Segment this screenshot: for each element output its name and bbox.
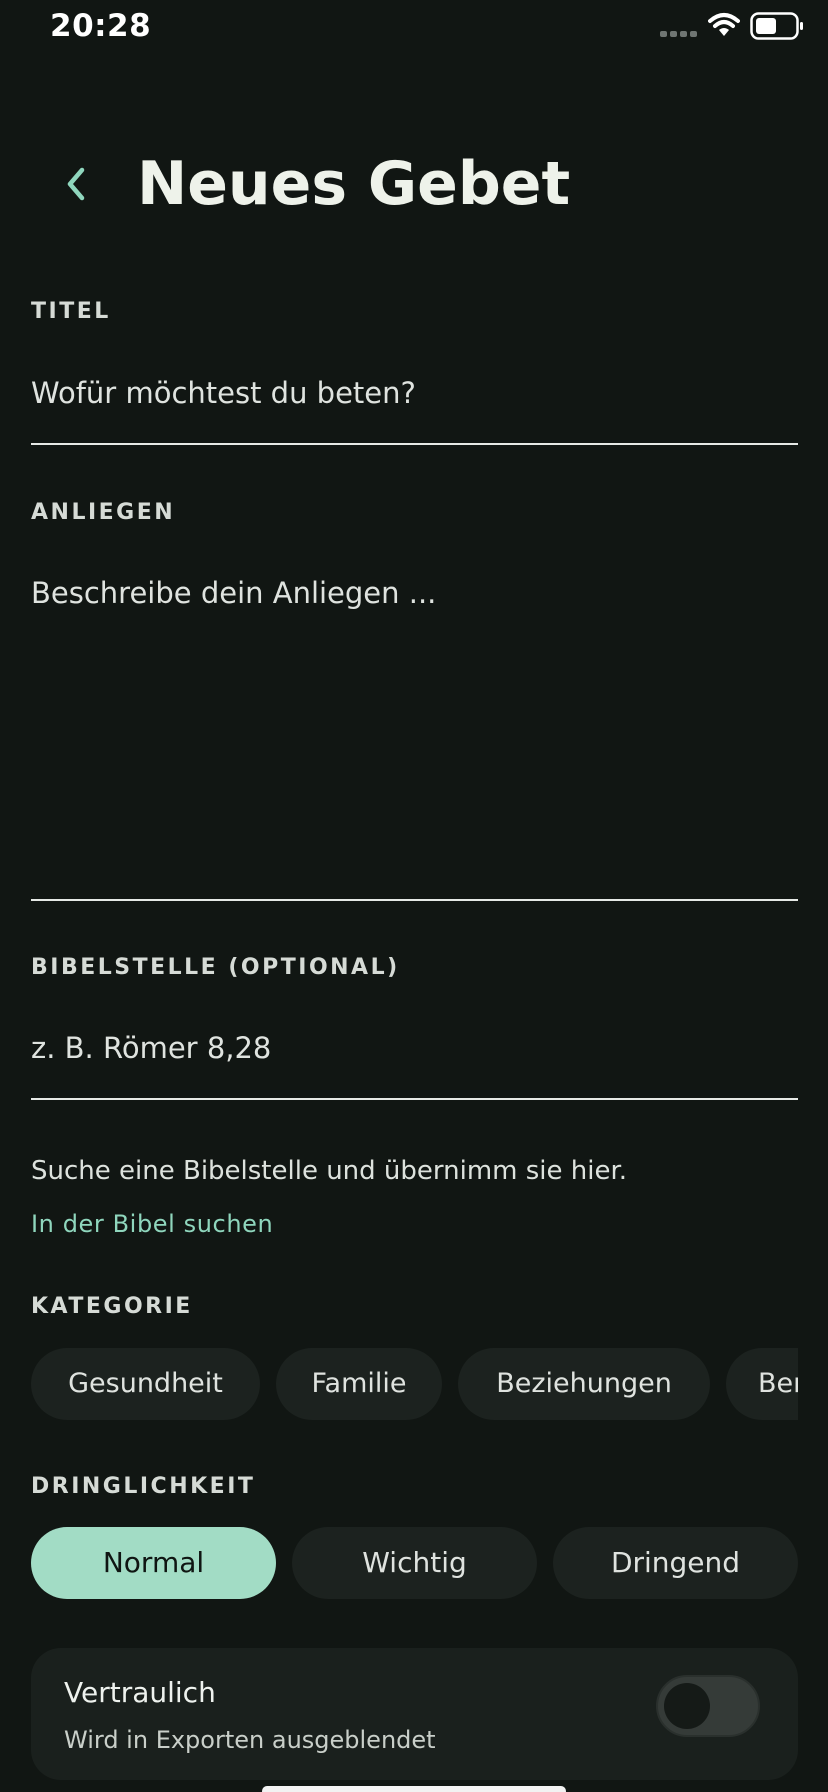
- new-prayer-screen: 20:28 Neues Gebet TITEL ANLIEGEN BIBELST…: [0, 0, 828, 1792]
- status-time: 20:28: [50, 8, 152, 44]
- toggle-knob: [664, 1683, 710, 1729]
- title-input[interactable]: [31, 372, 797, 414]
- verse-label: BIBELSTELLE (OPTIONAL): [31, 955, 400, 980]
- request-underline: [31, 899, 798, 901]
- category-chip-work[interactable]: Beruf: [726, 1348, 798, 1420]
- title-underline: [31, 443, 798, 445]
- confidential-card: Vertraulich Wird in Exporten ausgeblende…: [31, 1648, 798, 1780]
- category-chip-relationships[interactable]: Beziehungen: [458, 1348, 710, 1420]
- confidential-subtitle: Wird in Exporten ausgeblendet: [64, 1726, 436, 1754]
- verse-underline: [31, 1098, 798, 1100]
- category-label: KATEGORIE: [31, 1294, 193, 1319]
- urgency-option-normal[interactable]: Normal: [31, 1527, 276, 1599]
- chevron-left-icon[interactable]: [58, 162, 94, 206]
- wifi-icon: [708, 13, 740, 36]
- page-title: Neues Gebet: [137, 149, 571, 219]
- title-label: TITEL: [31, 299, 111, 324]
- verse-input[interactable]: [31, 1027, 797, 1069]
- request-label: ANLIEGEN: [31, 500, 176, 525]
- confidential-title: Vertraulich: [64, 1676, 216, 1709]
- confidential-toggle[interactable]: [656, 1675, 760, 1737]
- battery-icon: [750, 12, 803, 40]
- urgency-option-urgent[interactable]: Dringend: [553, 1527, 798, 1599]
- urgency-option-important[interactable]: Wichtig: [292, 1527, 537, 1599]
- cellular-signal-icon: [660, 31, 697, 37]
- request-textarea[interactable]: [31, 573, 797, 873]
- home-indicator: [262, 1786, 566, 1792]
- urgency-label: DRINGLICHKEIT: [31, 1474, 256, 1499]
- category-chip-row[interactable]: Gesundheit Familie Beziehungen Beruf: [31, 1348, 798, 1420]
- search-bible-link[interactable]: In der Bibel suchen: [31, 1210, 273, 1238]
- category-chip-health[interactable]: Gesundheit: [31, 1348, 260, 1420]
- category-chip-family[interactable]: Familie: [276, 1348, 442, 1420]
- verse-helper-text: Suche eine Bibelstelle und übernimm sie …: [31, 1156, 628, 1186]
